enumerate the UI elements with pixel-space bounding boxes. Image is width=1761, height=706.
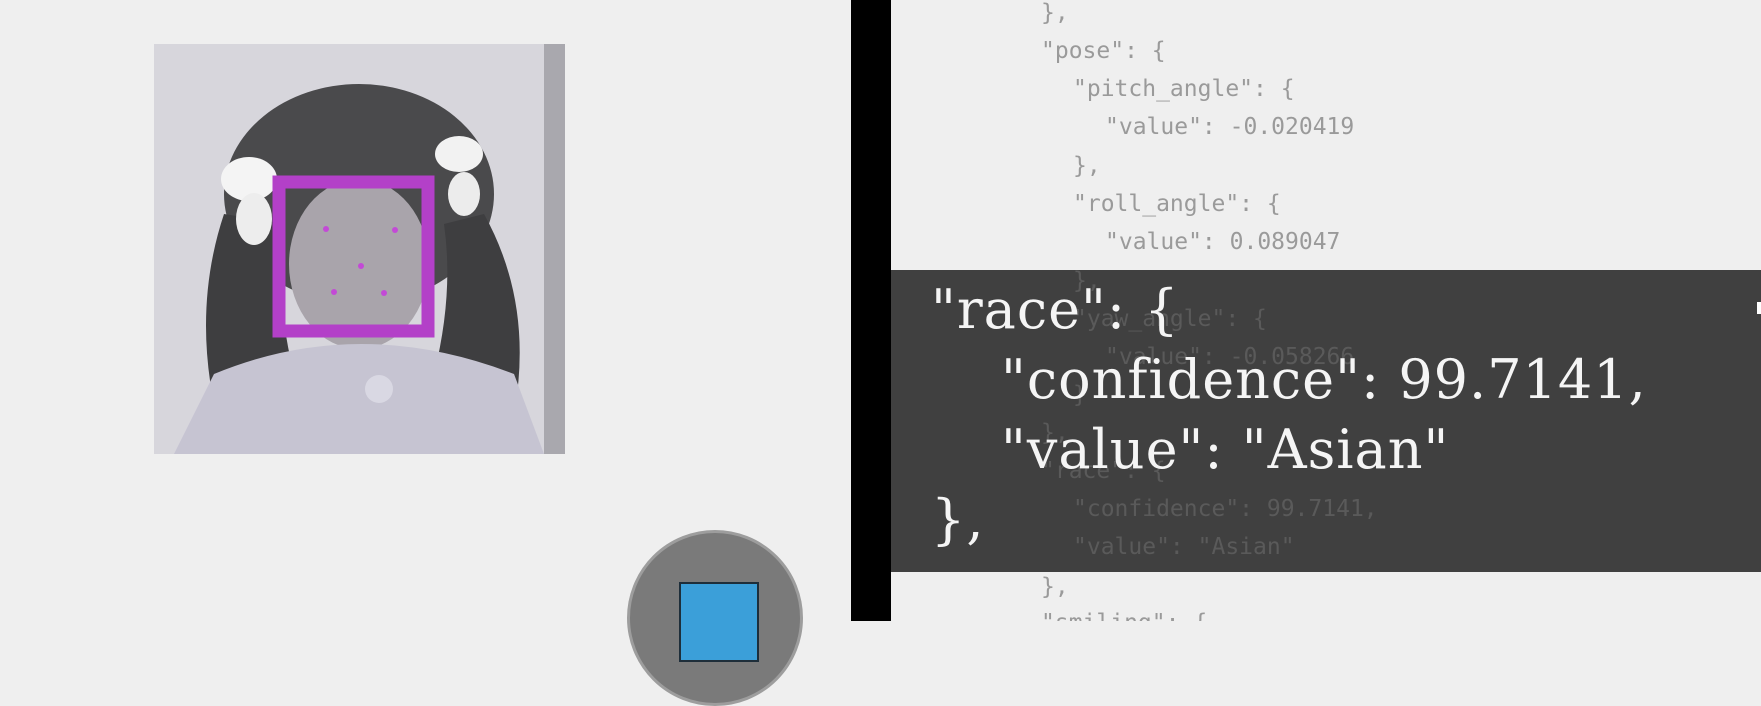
callout-line: "confidence": 99.7141,	[1001, 348, 1647, 411]
stop-button[interactable]	[627, 530, 803, 706]
code-line: "smiling": {	[1041, 610, 1207, 621]
callout-marker	[1757, 302, 1761, 314]
callout-line: },	[931, 488, 985, 551]
code-line: "pitch_angle": {	[1073, 76, 1295, 102]
code-line: "pose": {	[1041, 38, 1166, 64]
code-line: },	[1073, 153, 1101, 179]
ghost-code-line: "value": "Asian"	[1073, 534, 1295, 560]
code-line: },	[1041, 0, 1069, 26]
image-viewer-panel	[0, 0, 851, 706]
face-photo	[154, 44, 565, 454]
code-line: "value": 0.089047	[1105, 229, 1341, 255]
portrait-illustration	[154, 44, 565, 454]
callout-line: "race": {	[931, 278, 1180, 341]
panel-divider	[851, 0, 891, 621]
code-line: },	[1041, 574, 1069, 600]
code-line: "value": -0.020419	[1105, 114, 1355, 140]
callout-line: "value": "Asian"	[1001, 418, 1450, 481]
race-callout: }, "yaw_angle": { "value": -0.058266 } }…	[891, 270, 1761, 572]
ghost-code-line: "confidence": 99.7141,	[1073, 496, 1378, 522]
code-line: "roll_angle": {	[1073, 191, 1281, 217]
stop-square-icon	[679, 582, 759, 662]
